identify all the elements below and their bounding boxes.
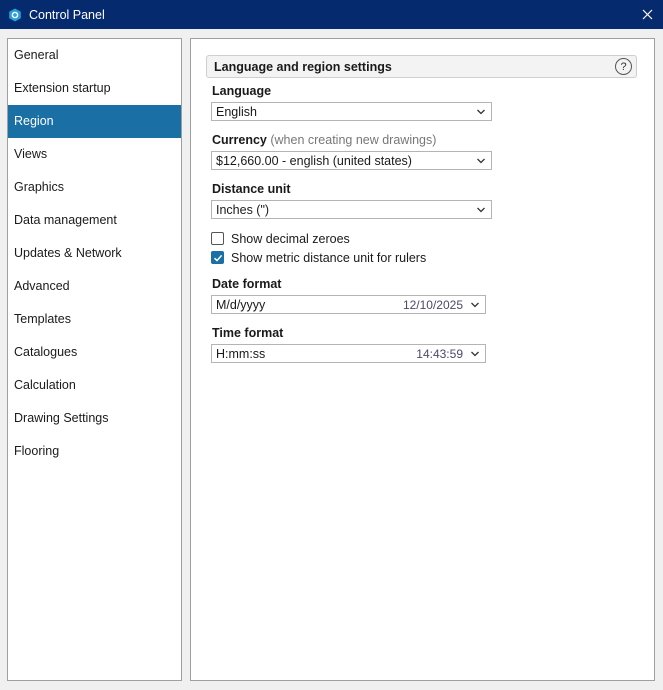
checkbox-unchecked-icon [211,232,224,245]
language-label: Language [212,84,272,98]
nav-item-catalogues[interactable]: Catalogues [8,336,181,369]
nav-item-region[interactable]: Region [8,105,181,138]
currency-label-text: Currency [212,133,267,147]
date-format-dropdown[interactable]: M/d/yyyy 12/10/2025 [211,295,486,314]
chevron-down-icon [470,349,480,359]
nav-item-advanced[interactable]: Advanced [8,270,181,303]
distance-unit-dropdown[interactable]: Inches (") [211,200,492,219]
language-value: English [216,104,257,119]
show-metric-rulers-checkbox[interactable]: Show metric distance unit for rulers [211,250,426,265]
nav-item-templates[interactable]: Templates [8,303,181,336]
checkbox-checked-icon [211,251,224,264]
date-format-value: M/d/yyyy [216,297,266,312]
chevron-down-icon [470,300,480,310]
nav-item-views[interactable]: Views [8,138,181,171]
nav-item-flooring[interactable]: Flooring [8,435,181,468]
nav-item-graphics[interactable]: Graphics [8,171,181,204]
nav-item-drawing-settings[interactable]: Drawing Settings [8,402,181,435]
currency-label: Currency (when creating new drawings) [212,133,436,147]
distance-unit-label: Distance unit [212,182,291,196]
date-format-preview: 12/10/2025 [402,298,463,312]
close-icon [642,9,652,20]
chevron-down-icon [476,156,486,166]
language-dropdown[interactable]: English [211,102,492,121]
settings-nav: General Extension startup Region Views G… [7,38,182,681]
time-format-label: Time format [212,326,284,340]
chevron-down-icon [476,107,486,117]
help-icon[interactable]: ? [615,58,632,75]
nav-item-data-management[interactable]: Data management [8,204,181,237]
section-header: Language and region settings ? [206,55,637,78]
region-settings-panel: Language and region settings ? Language … [190,38,655,681]
window-title: Control Panel [29,7,105,22]
time-format-value: H:mm:ss [216,346,266,361]
nav-item-updates-network[interactable]: Updates & Network [8,237,181,270]
date-format-label: Date format [212,277,282,291]
title-bar: Control Panel [0,0,663,29]
nav-item-general[interactable]: General [8,39,181,72]
nav-item-extension-startup[interactable]: Extension startup [8,72,181,105]
section-title: Language and region settings [214,59,392,74]
show-decimal-zeroes-checkbox[interactable]: Show decimal zeroes [211,231,350,246]
show-decimal-zeroes-label: Show decimal zeroes [231,231,350,246]
show-metric-rulers-label: Show metric distance unit for rulers [231,250,427,265]
nav-item-calculation[interactable]: Calculation [8,369,181,402]
currency-value: $12,660.00 - english (united states) [216,153,412,168]
chevron-down-icon [476,205,486,215]
currency-note: (when creating new drawings) [266,133,437,147]
time-format-preview: 14:43:59 [416,347,463,361]
currency-dropdown[interactable]: $12,660.00 - english (united states) [211,151,492,170]
app-logo-icon [8,8,22,22]
time-format-dropdown[interactable]: H:mm:ss 14:43:59 [211,344,486,363]
distance-unit-value: Inches (") [216,202,270,217]
close-button[interactable] [631,0,663,29]
